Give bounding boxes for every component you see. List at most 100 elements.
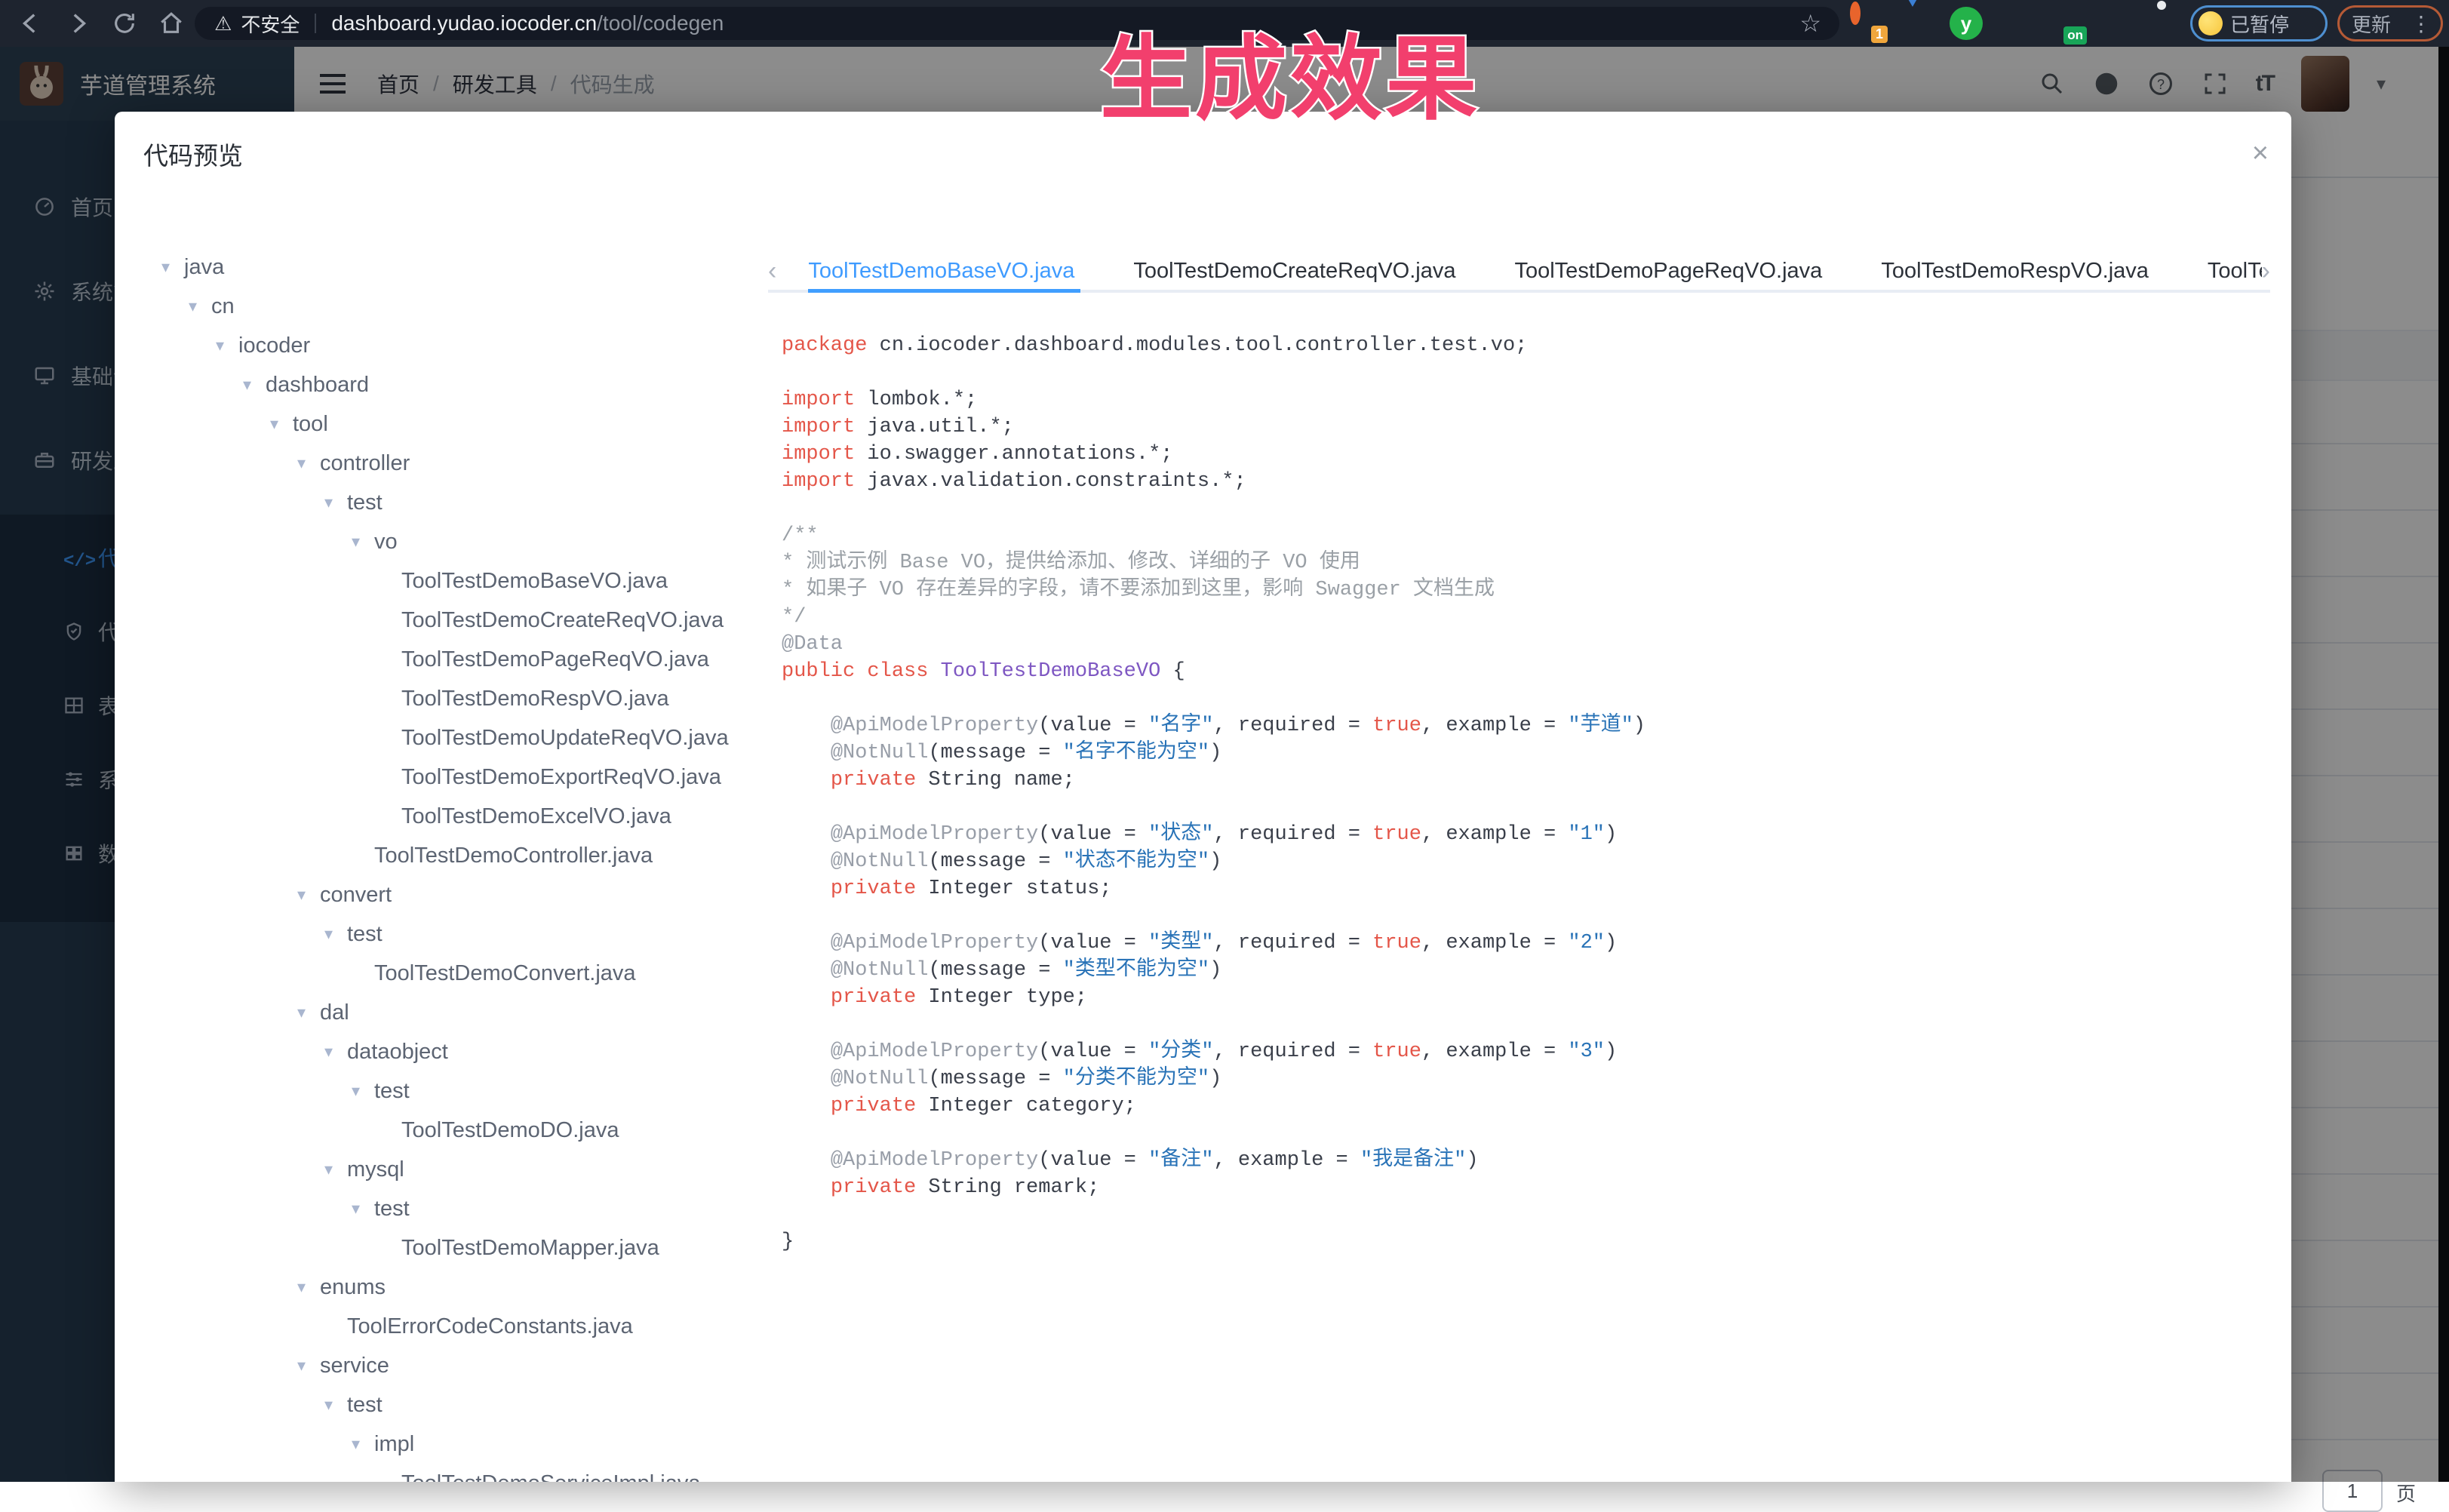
tree-caret-icon[interactable]: ▾ [324,1160,347,1179]
page-unit-label: 页 [2396,1479,2416,1507]
tree-node[interactable]: ▾java [115,247,764,287]
tree-file[interactable]: ToolTestDemoController.java [115,836,764,875]
paused-extension-pill[interactable]: 已暂停 [2190,5,2328,41]
code-line: @NotNull(message = "分类不能为空") [782,1065,2276,1093]
tree-label: ToolTestDemoPageReqVO.java [401,647,709,672]
tree-caret-icon[interactable]: ▾ [297,1277,320,1297]
tree-label: ToolTestDemoServiceImpl.java [401,1471,700,1483]
tree-file[interactable]: ToolTestDemoMapper.java [115,1228,764,1268]
tree-file[interactable]: ToolTestDemoBaseVO.java [115,561,764,601]
extension-orange-icon[interactable]: 1 [1850,7,1883,40]
tree-file[interactable]: ToolTestDemoRespVO.java [115,679,764,718]
tree-node[interactable]: ▾tool [115,404,764,444]
tree-node[interactable]: ▾dataobject [115,1032,764,1071]
tree-node[interactable]: ▾enums [115,1268,764,1307]
tree-caret-icon[interactable]: ▾ [216,336,238,355]
tree-file[interactable]: ToolTestDemoCreateReqVO.java [115,601,764,640]
tab-ToolTestDemoRespVO.java[interactable]: ToolTestDemoRespVO.java [1881,249,2149,293]
browser-back-icon[interactable] [18,11,44,36]
code-line: private String remark; [782,1174,2276,1201]
tab-ToolTe[interactable]: ToolTe [2208,249,2262,293]
browser-home-icon[interactable] [158,11,184,36]
tree-caret-icon[interactable]: ▾ [161,257,184,277]
handwritten-annotation: 生成效果 [1056,5,1524,138]
tree-caret-icon[interactable]: ▾ [324,924,347,944]
browser-menu-icon[interactable]: ⋮ [2411,11,2432,36]
tree-caret-icon[interactable]: ▾ [189,297,211,316]
extension-green-icon[interactable]: y [1950,7,1983,40]
tab-ToolTestDemoBaseVO.java[interactable]: ToolTestDemoBaseVO.java [808,249,1074,293]
browser-reload-icon[interactable] [112,11,137,36]
tree-file[interactable]: ToolTestDemoDO.java [115,1111,764,1150]
tree-node[interactable]: ▾cn [115,287,764,326]
browser-forward-icon[interactable] [65,11,91,36]
tree-label: vo [374,530,398,555]
tabs-scroll-left-icon[interactable]: ‹ [768,257,776,286]
code-line: @ApiModelProperty(value = "分类", required… [782,1038,2276,1065]
code-line: private Integer status; [782,875,2276,902]
tree-label: impl [374,1432,414,1457]
tree-caret-icon[interactable]: ▾ [243,375,266,395]
tree-file[interactable]: ToolTestDemoUpdateReqVO.java [115,718,764,758]
tree-file[interactable]: ToolTestDemoExcelVO.java [115,797,764,836]
file-tabs-bar: ‹ ToolTestDemoBaseVO.java ToolTestDemoCre… [768,249,2270,293]
tree-label: iocoder [238,333,310,358]
tree-node[interactable]: ▾dashboard [115,365,764,404]
tree-label: ToolTestDemoMapper.java [401,1236,659,1261]
tree-caret-icon[interactable]: ▾ [352,1434,374,1454]
tree-file[interactable]: ToolTestDemoConvert.java [115,954,764,993]
tab-ToolTestDemoCreateReqVO.java[interactable]: ToolTestDemoCreateReqVO.java [1133,249,1455,293]
tree-caret-icon[interactable]: ▾ [297,1356,320,1375]
tree-label: convert [320,883,392,908]
tree-node[interactable]: ▾test [115,1385,764,1424]
tree-caret-icon[interactable]: ▾ [352,1199,374,1219]
tree-caret-icon[interactable]: ▾ [297,885,320,905]
paused-label: 已暂停 [2230,10,2289,38]
tree-label: test [347,490,383,515]
tree-label: ToolTestDemoController.java [374,844,653,868]
tree-file[interactable]: ToolTestDemoServiceImpl.java [115,1464,764,1482]
tree-node[interactable]: ▾controller [115,444,764,483]
tree-caret-icon[interactable]: ▾ [324,1042,347,1062]
tree-node[interactable]: ▾test [115,483,764,522]
tree-node[interactable]: ▾mysql [115,1150,764,1189]
tree-caret-icon[interactable]: ▾ [324,493,347,512]
extension-tabs-icon[interactable]: on [2051,7,2084,40]
tree-node[interactable]: ▾service [115,1346,764,1385]
extension-drop-icon[interactable] [1901,7,1934,40]
browser-update-button[interactable]: 更新 ⋮ [2337,5,2443,41]
tree-node[interactable]: ▾convert [115,875,764,914]
tree-node[interactable]: ▾iocoder [115,326,764,365]
tree-file[interactable]: ToolTestDemoPageReqVO.java [115,640,764,679]
extension-puzzle-icon[interactable] [2150,7,2183,40]
address-bar[interactable]: ⚠ 不安全 dashboard.yudao.iocoder.cn /tool/c… [195,7,1839,40]
tree-caret-icon[interactable]: ▾ [352,532,374,552]
tree-node[interactable]: ▾vo [115,522,764,561]
bookmark-star-icon[interactable]: ☆ [1799,9,1821,38]
modal-close-icon[interactable]: × [2252,139,2269,167]
code-line: @ApiModelProperty(value = "名字", required… [782,712,2276,739]
tree-caret-icon[interactable]: ▾ [270,414,293,434]
tree-node[interactable]: ▾dal [115,993,764,1032]
code-viewer[interactable]: package cn.iocoder.dashboard.modules.too… [782,332,2276,1482]
code-line: @ApiModelProperty(value = "备注", example … [782,1147,2276,1174]
tree-node[interactable]: ▾impl [115,1424,764,1464]
emoji-face-icon [2199,11,2223,35]
tree-file[interactable]: ToolErrorCodeConstants.java [115,1307,764,1346]
extension-diamond-icon[interactable] [2001,7,2034,40]
code-line [782,685,2276,712]
tree-node[interactable]: ▾test [115,1071,764,1111]
tree-caret-icon[interactable]: ▾ [324,1395,347,1415]
tree-node[interactable]: ▾test [115,1189,764,1228]
tab-ToolTestDemoPageReqVO.java[interactable]: ToolTestDemoPageReqVO.java [1514,249,1822,293]
extension-leaf-icon[interactable] [2102,7,2135,40]
code-line: import lombok.*; [782,386,2276,413]
tree-caret-icon[interactable]: ▾ [352,1081,374,1101]
tree-file[interactable]: ToolTestDemoExportReqVO.java [115,758,764,797]
tree-label: ToolErrorCodeConstants.java [347,1314,633,1339]
tree-node[interactable]: ▾test [115,914,764,954]
tree-caret-icon[interactable]: ▾ [297,453,320,473]
tabs-scroll-right-icon[interactable]: › [2262,257,2270,286]
tree-caret-icon[interactable]: ▾ [297,1003,320,1022]
code-line: @Data [782,631,2276,658]
